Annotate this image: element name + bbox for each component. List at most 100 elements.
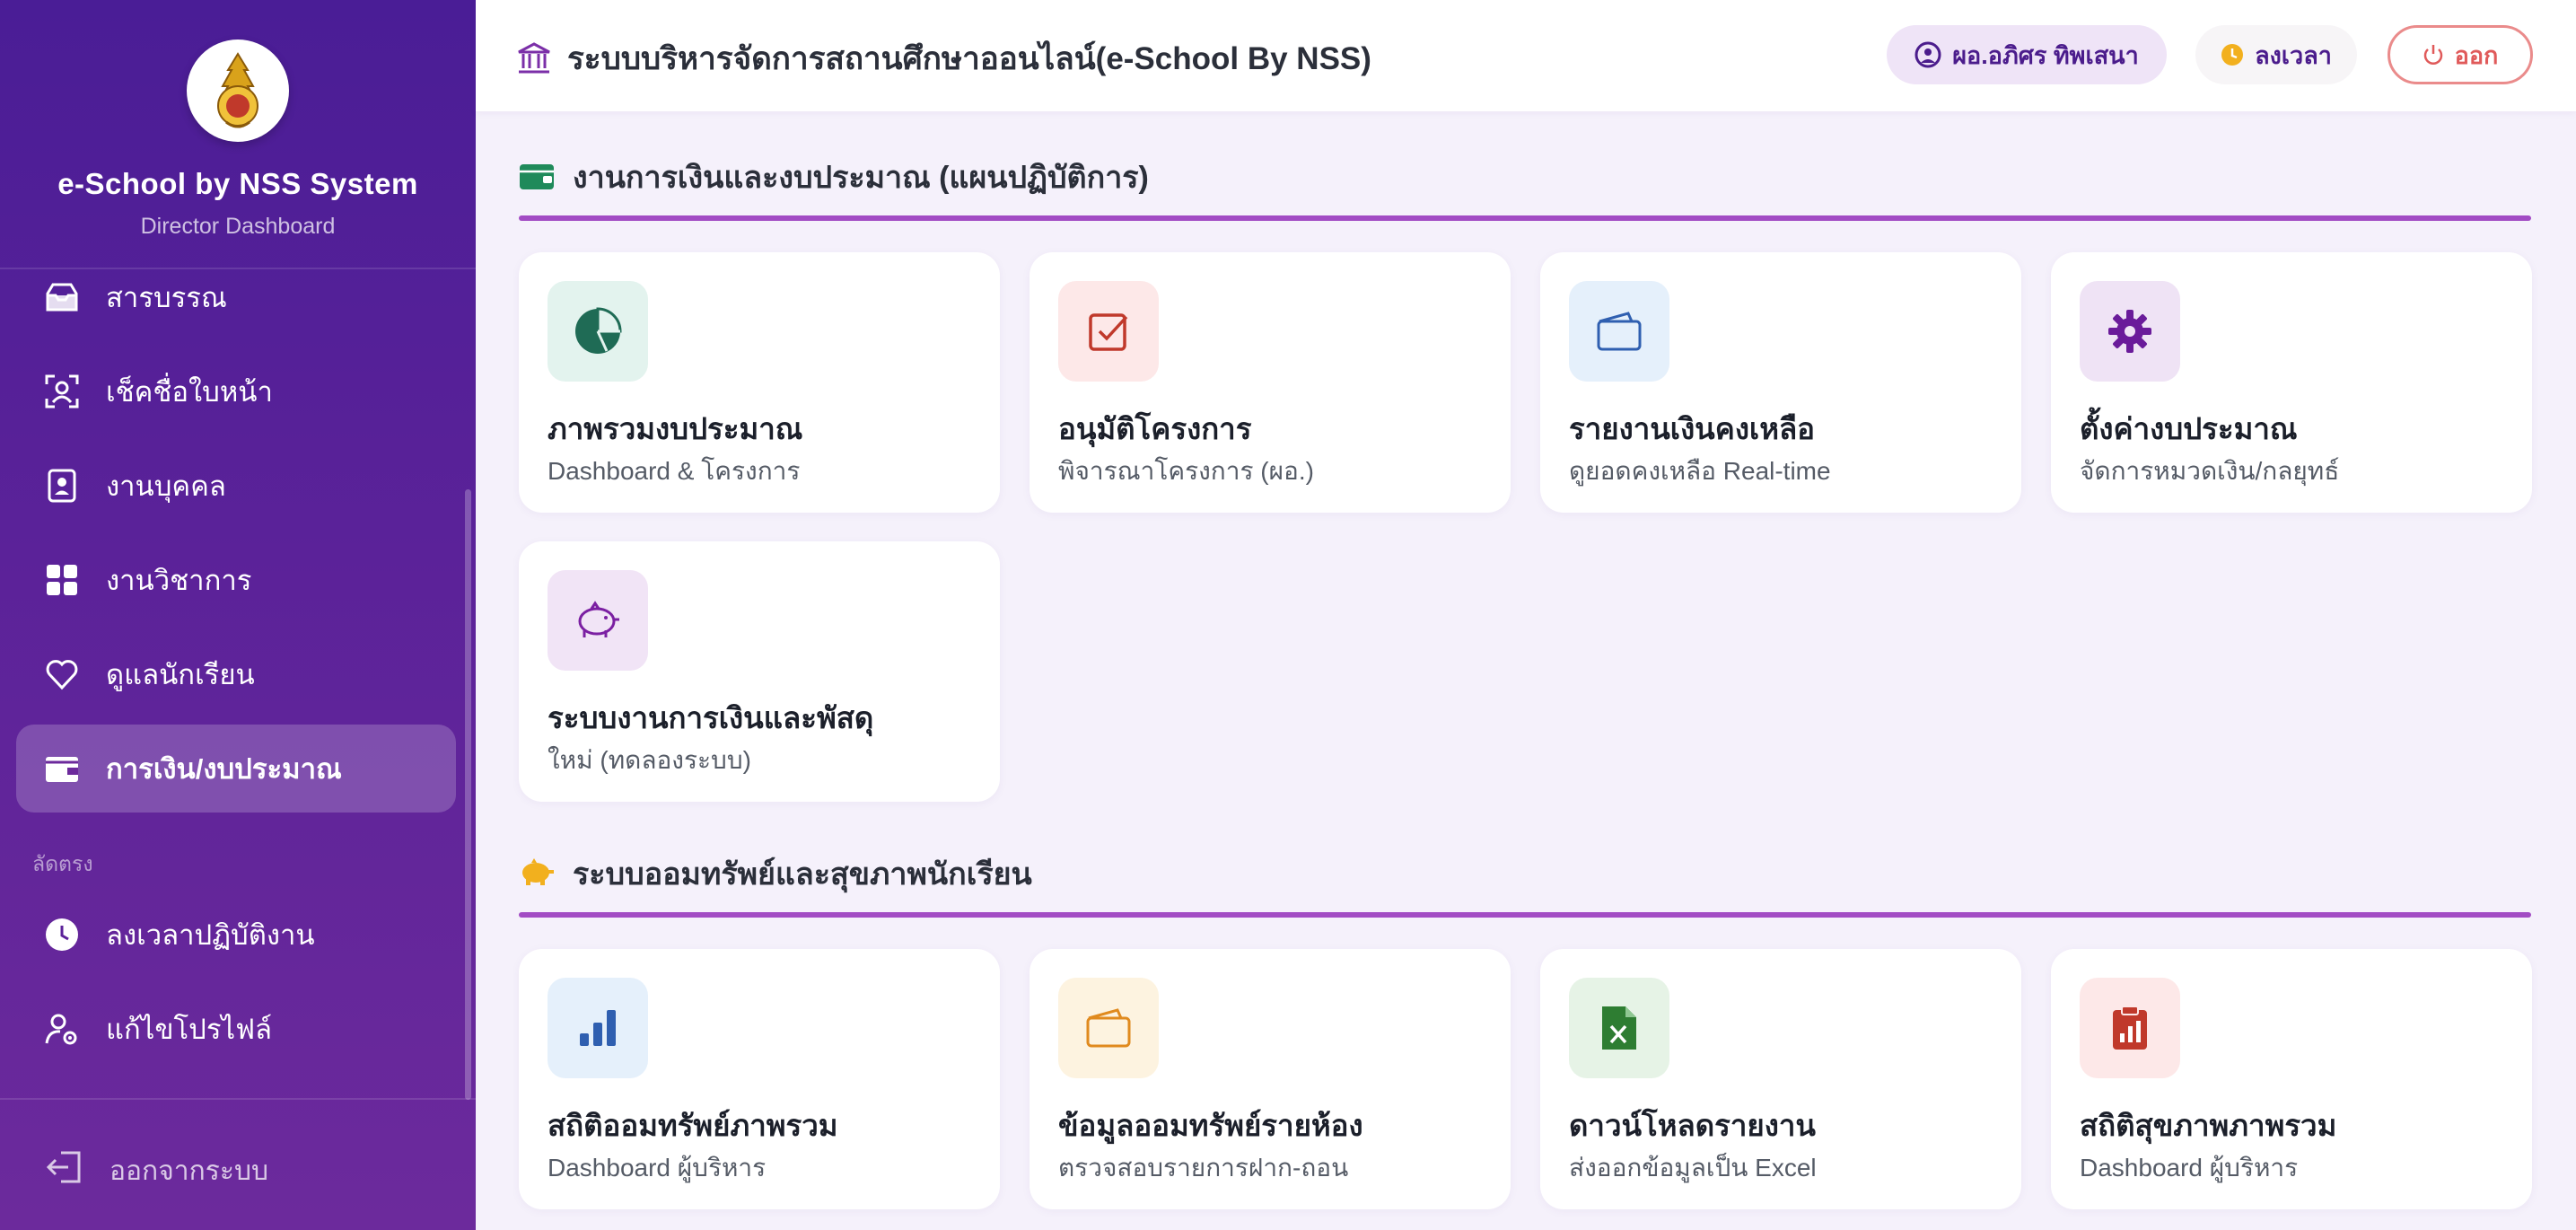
card-title: ภาพรวมงบประมาณ — [548, 412, 803, 445]
clipboard-chart-icon — [2113, 1006, 2147, 1050]
sidebar-item-edit-profile[interactable]: แก้ไขโปรไฟล์ — [16, 985, 456, 1073]
wallet-outline-icon — [1597, 312, 1642, 351]
logout-link[interactable]: ออกจากระบบ — [45, 1149, 268, 1192]
sidebar-item-label: งานวิชาการ — [106, 565, 252, 596]
wallet-icon — [519, 159, 555, 195]
institution-icon — [517, 41, 553, 77]
face-scan-icon — [39, 369, 84, 414]
sidebar-item-face-check[interactable]: เช็คชื่อใบหน้า — [16, 347, 456, 435]
sidebar: e-School by NSS System Director Dashboar… — [0, 0, 476, 1230]
grid-icon — [39, 558, 84, 602]
logout-button[interactable]: ออก — [2388, 25, 2533, 84]
card-title: สถิติสุขภาพภาพรวม — [2080, 1109, 2337, 1142]
excel-file-icon — [1602, 1006, 1636, 1050]
card-icon-box — [1058, 978, 1159, 1078]
card-icon-box — [1569, 978, 1669, 1078]
card-icon-box — [548, 978, 648, 1078]
card-subtitle: ดูยอดคงเหลือ Real-time — [1569, 457, 1831, 485]
section-heading-finance: งานการเงินและงบประมาณ (แผนปฏิบัติการ) — [519, 153, 1149, 201]
school-emblem-icon — [217, 52, 258, 128]
card-title: ระบบงานการเงินและพัสดุ — [548, 701, 874, 734]
logout-label: ออกจากระบบ — [110, 1155, 269, 1186]
clock-icon — [2221, 43, 2244, 66]
section-title: งานการเงินและงบประมาณ (แผนปฏิบัติการ) — [573, 161, 1149, 195]
inbox-icon — [39, 275, 84, 320]
card-subtitle: จัดการหมวดเงิน/กลยุทธ์ — [2080, 457, 2340, 485]
card-budget-settings[interactable]: ตั้งค่างบประมาณ จัดการหมวดเงิน/กลยุทธ์ — [2051, 252, 2532, 513]
wallet-outline-icon — [1086, 1008, 1131, 1048]
sidebar-item-label: แก้ไขโปรไฟล์ — [106, 1014, 273, 1045]
heart-icon — [39, 652, 84, 697]
card-budget-overview[interactable]: ภาพรวมงบประมาณ Dashboard & โครงการ — [519, 252, 1000, 513]
card-subtitle: Dashboard ผู้บริหาร — [2080, 1154, 2299, 1182]
card-title: สถิติออมทรัพย์ภาพรวม — [548, 1109, 838, 1142]
card-download-report[interactable]: ดาวน์โหลดรายงาน ส่งออกข้อมูลเป็น Excel — [1540, 949, 2021, 1209]
card-savings-stats[interactable]: สถิติออมทรัพย์ภาพรวม Dashboard ผู้บริหาร — [519, 949, 1000, 1209]
card-subtitle: ตรวจสอบรายการฝาก-ถอน — [1058, 1154, 1349, 1182]
sidebar-scrollbar[interactable] — [465, 489, 471, 1100]
card-icon-box — [1058, 281, 1159, 382]
sidebar-item-label: ลงเวลาปฏิบัติงาน — [106, 919, 315, 951]
card-icon-box — [548, 570, 648, 671]
section-divider — [519, 215, 2531, 221]
clock-icon — [39, 912, 84, 957]
time-attendance-button[interactable]: ลงเวลา — [2195, 25, 2357, 84]
user-gear-icon — [39, 1006, 84, 1051]
card-icon-box — [548, 281, 648, 382]
brand-subtitle: Director Dashboard — [140, 214, 336, 239]
time-attendance-label: ลงเวลา — [2255, 41, 2332, 69]
section-divider — [519, 912, 2531, 918]
card-balance-report[interactable]: รายงานเงินคงเหลือ ดูยอดคงเหลือ Real-time — [1540, 252, 2021, 513]
card-title: ข้อมูลออมทรัพย์รายห้อง — [1058, 1109, 1363, 1142]
topbar: ระบบบริหารจัดการสถานศึกษาออนไลน์(e-Schoo… — [476, 0, 2576, 111]
card-subtitle: Dashboard & โครงการ — [548, 457, 801, 485]
power-icon — [2423, 43, 2444, 66]
gear-icon — [2108, 310, 2151, 353]
card-subtitle: ส่งออกข้อมูลเป็น Excel — [1569, 1154, 1817, 1182]
sidebar-footer: ออกจากระบบ — [0, 1098, 476, 1230]
card-health-stats[interactable]: สถิติสุขภาพภาพรวม Dashboard ผู้บริหาร — [2051, 949, 2532, 1209]
sidebar-item-label: สารบรรณ — [106, 282, 227, 313]
sidebar-item-time-attendance[interactable]: ลงเวลาปฏิบัติงาน — [16, 891, 456, 979]
sidebar-item-academic[interactable]: งานวิชาการ — [16, 536, 456, 624]
card-title: ดาวน์โหลดรายงาน — [1569, 1109, 1816, 1142]
sidebar-item-personnel[interactable]: งานบุคคล — [16, 442, 456, 530]
bar-chart-icon — [580, 1010, 616, 1046]
id-badge-icon — [39, 463, 84, 508]
school-logo — [187, 40, 289, 142]
sidebar-item-student-care[interactable]: ดูแลนักเรียน — [16, 630, 456, 718]
brand: e-School by NSS System Director Dashboar… — [0, 0, 476, 269]
sidebar-item-label: ดูแลนักเรียน — [106, 659, 255, 690]
card-savings-by-class[interactable]: ข้อมูลออมทรัพย์รายห้อง ตรวจสอบรายการฝาก-… — [1030, 949, 1511, 1209]
sidebar-item-label: งานบุคคล — [106, 470, 226, 502]
user-circle-icon — [1914, 41, 1941, 68]
sidebar-item-finance[interactable]: การเงิน/งบประมาณ — [16, 725, 456, 813]
brand-title: e-School by NSS System — [57, 167, 418, 200]
card-title: รายงานเงินคงเหลือ — [1569, 412, 1816, 445]
check-square-icon — [1089, 313, 1128, 351]
user-name: ผอ.อภิศร ทิพเสนา — [1952, 41, 2139, 69]
card-finance-procurement[interactable]: ระบบงานการเงินและพัสดุ ใหม่ (ทดลองระบบ) — [519, 541, 1000, 802]
logout-button-label: ออก — [2454, 41, 2499, 69]
user-profile-button[interactable]: ผอ.อภิศร ทิพเสนา — [1887, 25, 2167, 84]
sidebar-item-label: เช็คชื่อใบหน้า — [106, 376, 273, 408]
card-icon-box — [2080, 281, 2180, 382]
card-subtitle: Dashboard ผู้บริหาร — [548, 1154, 767, 1182]
piggy-bank-icon — [519, 856, 555, 892]
sidebar-item-label: การเงิน/งบประมาณ — [106, 753, 342, 785]
wallet-icon — [39, 746, 84, 791]
piggy-bank-icon — [578, 601, 619, 637]
sidebar-item-saraban[interactable]: สารบรรณ — [16, 253, 456, 341]
pie-chart-icon — [575, 307, 622, 354]
card-approve-projects[interactable]: อนุมัติโครงการ พิจารณาโครงการ (ผอ.) — [1030, 252, 1511, 513]
shortcuts-section-label: ลัดตรง — [32, 852, 93, 875]
card-icon-box — [1569, 281, 1669, 382]
sign-out-icon — [45, 1149, 88, 1192]
card-title: ตั้งค่างบประมาณ — [2080, 412, 2298, 445]
card-subtitle: พิจารณาโครงการ (ผอ.) — [1058, 457, 1314, 485]
page-title-text: ระบบบริหารจัดการสถานศึกษาออนไลน์(e-Schoo… — [567, 41, 1371, 76]
card-icon-box — [2080, 978, 2180, 1078]
page-title: ระบบบริหารจัดการสถานศึกษาออนไลน์(e-Schoo… — [517, 34, 1371, 83]
card-subtitle: ใหม่ (ทดลองระบบ) — [548, 746, 751, 774]
card-title: อนุมัติโครงการ — [1058, 412, 1252, 445]
